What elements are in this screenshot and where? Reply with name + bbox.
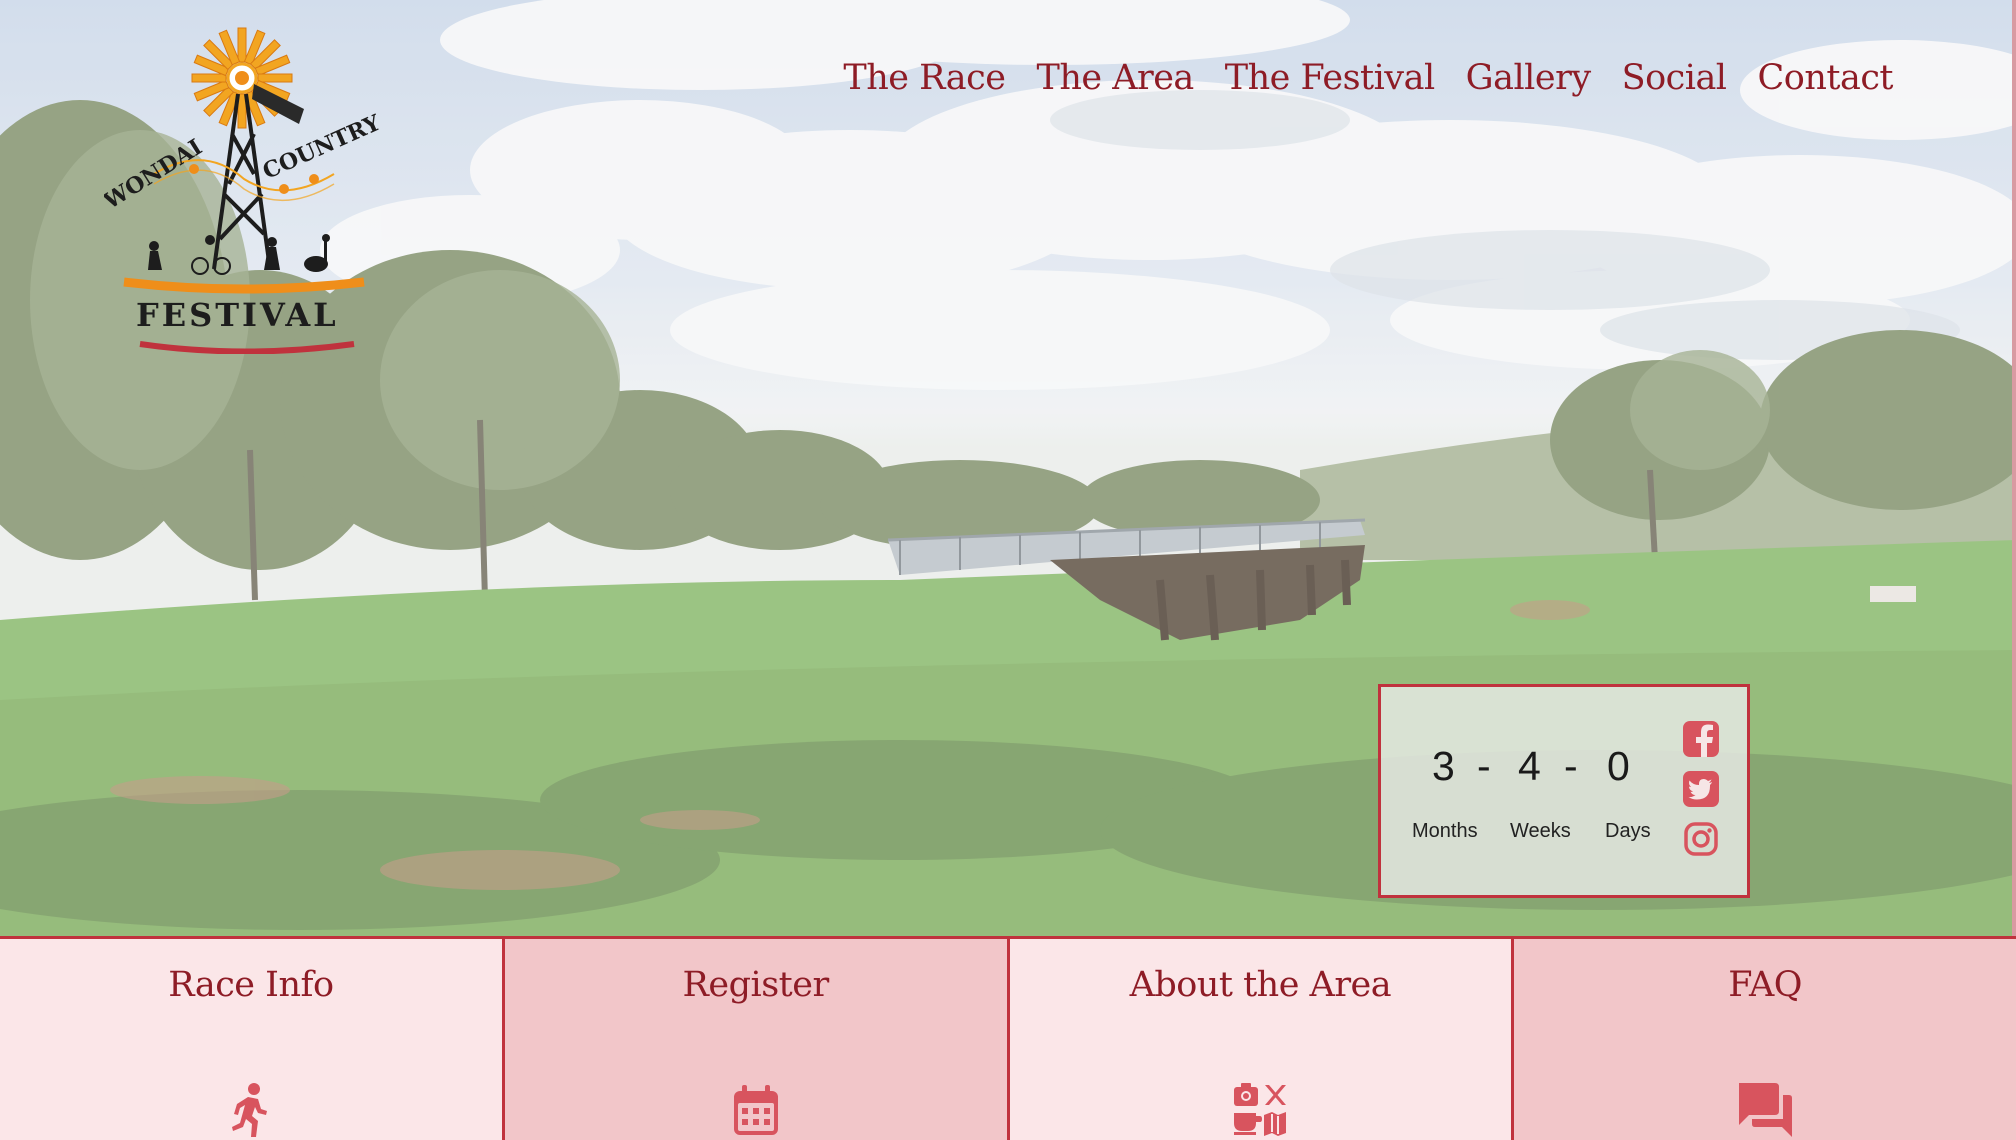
countdown-weeks-label: Weeks	[1510, 820, 1571, 842]
social-links	[1683, 721, 1723, 871]
nav-gallery[interactable]: Gallery	[1466, 58, 1591, 98]
tile-race-info[interactable]: Race Info	[0, 939, 502, 1140]
nav-contact[interactable]: Contact	[1758, 58, 1894, 98]
logo-text-right: COUNTRY	[259, 110, 384, 185]
countdown-weeks-value: 4	[1518, 743, 1541, 789]
countdown-separator: -	[1564, 743, 1578, 789]
tile-faq[interactable]: FAQ	[1511, 939, 2016, 1140]
attractions-icon	[1234, 1083, 1287, 1136]
windmill-logo-graphic: WONDAI COUNTRY FESTIVAL	[98, 27, 385, 355]
tile-register[interactable]: Register	[501, 939, 1007, 1140]
running-icon	[231, 1083, 267, 1137]
countdown-days-label: Days	[1605, 820, 1651, 842]
tile-title: Race Info	[168, 965, 334, 1005]
logo-text-left: WONDAI	[104, 134, 207, 215]
nav-social[interactable]: Social	[1622, 58, 1727, 98]
forum-icon	[1739, 1083, 1793, 1137]
tile-title: About the Area	[1129, 965, 1392, 1005]
countdown-panel: 3 - 4 - 0 Months Weeks Days	[1378, 684, 1750, 898]
main-nav: The Race The Area The Festival Gallery S…	[843, 58, 1893, 98]
logo-text-bottom: FESTIVAL	[136, 296, 339, 334]
countdown-months-label: Months	[1412, 820, 1478, 842]
countdown-months-value: 3	[1432, 743, 1455, 789]
nav-the-festival[interactable]: The Festival	[1225, 58, 1435, 98]
tile-title: Register	[682, 965, 830, 1005]
nav-the-race[interactable]: The Race	[843, 58, 1006, 98]
nav-the-area[interactable]: The Area	[1036, 58, 1194, 98]
calendar-icon	[733, 1085, 778, 1135]
facebook-icon[interactable]	[1683, 721, 1719, 757]
twitter-icon[interactable]	[1683, 771, 1719, 807]
feature-tiles: Race Info Register About the Area FAQ	[0, 936, 2016, 1140]
tile-title: FAQ	[1728, 965, 1802, 1005]
tile-about-the-area[interactable]: About the Area	[1006, 939, 1512, 1140]
countdown-days-value: 0	[1607, 743, 1630, 789]
festival-logo[interactable]: WONDAI COUNTRY FESTIVAL	[98, 14, 385, 355]
instagram-icon[interactable]	[1683, 821, 1719, 857]
countdown-separator: -	[1477, 743, 1491, 789]
page-edge	[2012, 0, 2016, 936]
